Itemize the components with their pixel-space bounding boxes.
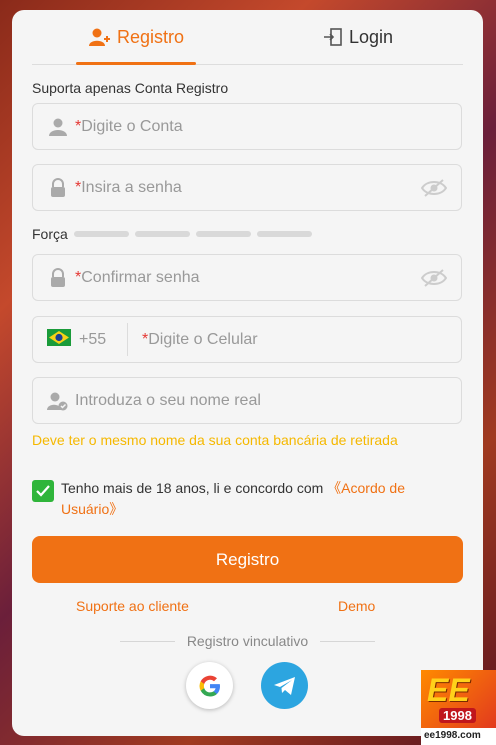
brand-domain: ee1998.com xyxy=(424,730,481,741)
tab-register[interactable]: Registro xyxy=(89,10,184,64)
strength-bar xyxy=(134,231,190,237)
realname-placeholder: Introduza o seu nome real xyxy=(75,391,261,409)
account-placeholder: Digite o Conta xyxy=(81,117,183,135)
verified-user-icon xyxy=(45,391,71,411)
brazil-flag-icon xyxy=(47,328,71,351)
country-code-selector[interactable]: +55 xyxy=(33,323,128,356)
telegram-icon xyxy=(273,676,295,695)
lock-icon xyxy=(45,267,71,288)
google-login-button[interactable] xyxy=(186,662,233,709)
strength-bar xyxy=(73,231,129,237)
phone-field[interactable]: +55 *Digite o Celular xyxy=(32,316,462,363)
eye-off-icon[interactable] xyxy=(420,178,448,203)
check-icon xyxy=(36,485,50,497)
strength-label: Força xyxy=(32,226,68,242)
binding-divider: Registro vinculativo xyxy=(120,633,376,649)
agreement-text: Tenho mais de 18 anos, li e concordo com xyxy=(61,480,328,496)
register-button[interactable]: Registro xyxy=(32,536,463,583)
tab-register-label: Registro xyxy=(117,26,185,47)
divider-line xyxy=(120,640,175,642)
country-code: +55 xyxy=(79,330,107,348)
realname-field[interactable]: Introduza o seu nome real xyxy=(32,377,462,424)
active-tab-indicator xyxy=(76,62,196,65)
divider-text: Registro vinculativo xyxy=(186,633,309,649)
google-icon xyxy=(199,675,220,696)
tab-login-label: Login xyxy=(349,26,394,47)
brand-logo-text: EE xyxy=(427,672,470,708)
login-door-icon xyxy=(324,28,342,46)
confirm-password-field[interactable]: *Confirmar senha xyxy=(32,254,462,301)
register-modal: Registro Login Suporta apenas Conta Regi… xyxy=(12,10,483,736)
add-user-icon xyxy=(89,28,110,46)
account-field[interactable]: *Digite o Conta xyxy=(32,103,462,150)
divider-line xyxy=(320,640,376,642)
user-icon xyxy=(45,117,71,137)
password-field[interactable]: *Insira a senha xyxy=(32,164,462,211)
agreement: Tenho mais de 18 anos, li e concordo com… xyxy=(32,478,452,520)
brand-year: 1998 xyxy=(439,708,476,723)
password-strength: Força xyxy=(32,226,312,242)
password-placeholder: Insira a senha xyxy=(81,178,182,196)
name-warning: Deve ter o mesmo nome da sua conta bancá… xyxy=(32,432,398,448)
brand-badge: EE 1998 ee1998.com xyxy=(421,670,496,745)
demo-link[interactable]: Demo xyxy=(338,598,375,614)
strength-bar xyxy=(256,231,312,237)
strength-bar xyxy=(195,231,251,237)
lock-icon xyxy=(45,177,71,198)
tab-bar: Registro Login xyxy=(32,10,463,65)
customer-support-link[interactable]: Suporte ao cliente xyxy=(76,598,189,614)
support-label: Suporta apenas Conta Registro xyxy=(32,80,229,96)
telegram-login-button[interactable] xyxy=(261,662,308,709)
eye-off-icon[interactable] xyxy=(420,268,448,293)
tab-login[interactable]: Login xyxy=(323,10,393,64)
confirm-placeholder: Confirmar senha xyxy=(81,268,200,286)
agreement-checkbox[interactable] xyxy=(32,480,54,502)
phone-placeholder: Digite o Celular xyxy=(148,330,258,348)
